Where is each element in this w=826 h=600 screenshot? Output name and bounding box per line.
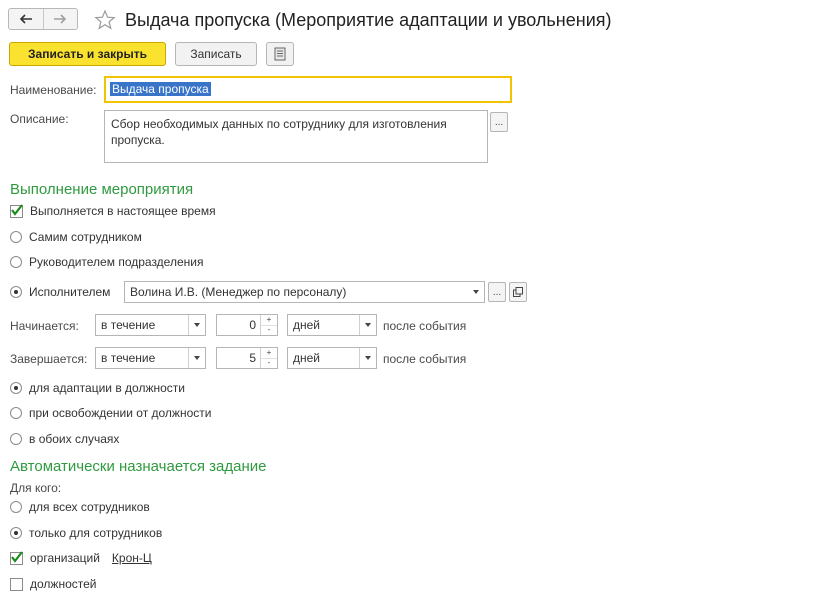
save-button[interactable]: Записать	[175, 42, 257, 66]
ends-unit-value: дней	[293, 351, 321, 365]
name-field[interactable]: Выдача пропуска	[104, 76, 512, 103]
spin-up-icon[interactable]: +	[261, 315, 277, 325]
executor-value: Волина И.В. (Менеджер по персоналу)	[130, 285, 347, 299]
favorite-star-icon[interactable]	[94, 9, 116, 34]
description-field[interactable]: Сбор необходимых данных по сотруднику дл…	[104, 110, 488, 163]
back-button[interactable]	[9, 9, 43, 29]
execution-section-title: Выполнение мероприятия	[10, 181, 194, 198]
ends-label: Завершается:	[10, 352, 88, 366]
radio-button[interactable]	[10, 231, 22, 243]
whom-option-label: только для сотрудников	[29, 526, 163, 540]
currently-performed-checkbox-row[interactable]: Выполняется в настоящее время	[10, 203, 216, 218]
organization-link[interactable]: Крон-Ц	[112, 551, 152, 565]
executor-open-button[interactable]	[509, 282, 527, 302]
ends-mode-value: в течение	[101, 351, 156, 365]
starts-unit-value: дней	[293, 318, 321, 332]
positions-checkbox-row[interactable]: должностей	[10, 577, 96, 591]
executor-option-label: Руководителем подразделения	[29, 255, 204, 269]
currently-performed-checkbox[interactable]	[10, 203, 23, 218]
case-option-both[interactable]: в обоих случаях	[10, 432, 119, 446]
for-whom-label: Для кого:	[10, 481, 62, 495]
ends-suffix: после события	[383, 352, 467, 366]
whom-option-label: для всех сотрудников	[29, 500, 150, 514]
radio-button-selected[interactable]	[10, 527, 22, 539]
radio-button[interactable]	[10, 407, 22, 419]
chevron-down-icon[interactable]	[359, 348, 376, 368]
case-option-adaptation[interactable]: для адаптации в должности	[10, 381, 185, 395]
executor-select[interactable]: Волина И.В. (Менеджер по персоналу)	[124, 281, 485, 303]
open-window-icon	[513, 287, 523, 297]
case-option-release[interactable]: при освобождении от должности	[10, 406, 211, 420]
starts-amount-stepper[interactable]: 0 + -	[216, 314, 278, 336]
forward-button[interactable]	[42, 9, 78, 29]
case-option-label: при освобождении от должности	[29, 406, 212, 420]
currently-performed-label: Выполняется в настоящее время	[30, 204, 216, 218]
ends-mode-select[interactable]: в течение	[95, 347, 206, 369]
checkmark-icon	[11, 203, 23, 216]
case-option-label: в обоих случаях	[29, 432, 120, 446]
ends-unit-select[interactable]: дней	[287, 347, 377, 369]
name-label: Наименование:	[10, 83, 97, 97]
starts-mode-select[interactable]: в течение	[95, 314, 206, 336]
report-button[interactable]	[266, 42, 294, 66]
spin-up-icon[interactable]: +	[261, 348, 277, 358]
chevron-down-icon[interactable]	[359, 315, 376, 335]
organizations-checkbox-row[interactable]: организаций Крон-Ц	[10, 550, 152, 565]
whom-option-all[interactable]: для всех сотрудников	[10, 500, 150, 514]
whom-option-only[interactable]: только для сотрудников	[10, 526, 162, 540]
executor-more-button[interactable]: ...	[488, 282, 506, 302]
organizations-checkbox[interactable]	[10, 550, 23, 565]
case-option-label: для адаптации в должности	[29, 381, 185, 395]
radio-button[interactable]	[10, 256, 22, 268]
arrow-right-icon	[54, 14, 67, 24]
positions-label: должностей	[30, 577, 97, 591]
save-and-close-button[interactable]: Записать и закрыть	[9, 42, 166, 66]
chevron-down-icon[interactable]	[188, 315, 205, 335]
nav-buttons	[8, 8, 78, 30]
starts-amount-value: 0	[249, 318, 256, 332]
radio-button[interactable]	[10, 433, 22, 445]
spin-down-icon[interactable]: -	[261, 357, 277, 369]
starts-unit-select[interactable]: дней	[287, 314, 377, 336]
starts-mode-value: в течение	[101, 318, 156, 332]
starts-suffix: после события	[383, 319, 467, 333]
description-more-button[interactable]: ...	[490, 112, 508, 132]
checkmark-icon	[11, 550, 23, 563]
executor-option-label: Исполнителем	[29, 285, 111, 299]
starts-label: Начинается:	[10, 319, 79, 333]
arrow-left-icon	[19, 14, 32, 24]
spin-down-icon[interactable]: -	[261, 324, 277, 336]
page-title: Выдача пропуска (Мероприятие адаптации и…	[125, 10, 612, 30]
organizations-label: организаций	[30, 551, 100, 565]
executor-option-label: Самим сотрудником	[29, 230, 142, 244]
assignment-section-title: Автоматически назначается задание	[10, 458, 267, 475]
description-label: Описание:	[10, 112, 69, 126]
chevron-down-icon[interactable]	[188, 348, 205, 368]
ends-amount-value: 5	[249, 351, 256, 365]
ends-amount-stepper[interactable]: 5 + -	[216, 347, 278, 369]
positions-checkbox[interactable]	[10, 577, 23, 591]
name-value: Выдача пропуска	[110, 82, 211, 96]
radio-button-selected[interactable]	[10, 286, 22, 298]
chevron-down-icon[interactable]	[468, 282, 484, 302]
executor-option-manager[interactable]: Руководителем подразделения	[10, 255, 203, 269]
radio-button-selected[interactable]	[10, 382, 22, 394]
executor-option-performer[interactable]: Исполнителем	[10, 285, 110, 299]
executor-option-self[interactable]: Самим сотрудником	[10, 230, 142, 244]
document-list-icon	[274, 47, 286, 61]
radio-button[interactable]	[10, 501, 22, 513]
